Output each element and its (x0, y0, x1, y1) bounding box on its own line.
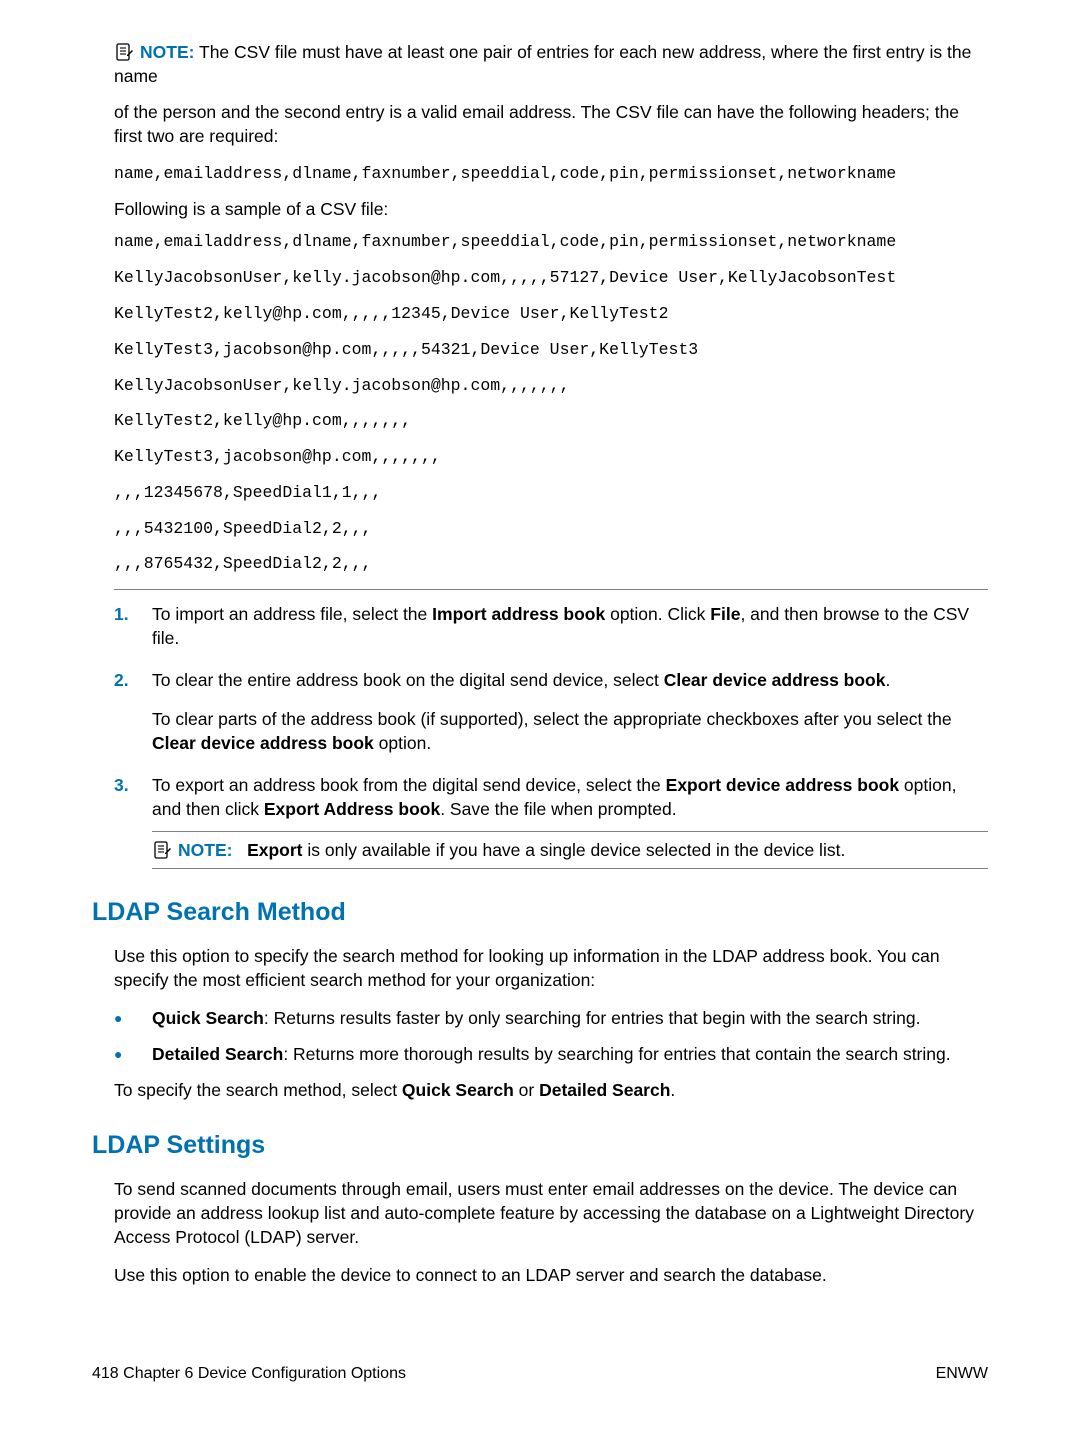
note-icon (114, 42, 134, 62)
note-icon (152, 840, 172, 860)
note-label: NOTE: (140, 42, 194, 62)
code-line: KellyTest3,jacobson@hp.com,,,,,54321,Dev… (114, 339, 988, 362)
note-text-l2: of the person and the second entry is a … (114, 100, 988, 148)
code-line: KellyTest3,jacobson@hp.com,,,,,,, (114, 446, 988, 469)
step-2: 2. To clear the entire address book on t… (114, 668, 988, 754)
ldap-search-p1: Use this option to specify the search me… (114, 944, 988, 992)
step-text: To clear the entire address book on the … (152, 670, 890, 690)
note-text-l1: The CSV file must have at least one pair… (114, 42, 971, 86)
code-line: ,,,5432100,SpeedDial2,2,,, (114, 518, 988, 541)
heading-ldap-settings: LDAP Settings (92, 1128, 988, 1163)
ldap-settings-p2: Use this option to enable the device to … (114, 1263, 988, 1287)
code-line: KellyJacobsonUser,kelly.jacobson@hp.com,… (114, 375, 988, 398)
note-label: NOTE: (178, 840, 232, 860)
code-line: name,emailaddress,dlname,faxnumber,speed… (114, 231, 988, 254)
step-number: 2. (114, 668, 129, 692)
ldap-settings-p1: To send scanned documents through email,… (114, 1177, 988, 1249)
inner-note: NOTE: Export is only available if you ha… (152, 831, 988, 869)
code-line: KellyJacobsonUser,kelly.jacobson@hp.com,… (114, 267, 988, 290)
step-text: To export an address book from the digit… (152, 775, 956, 819)
bullet-list: Quick Search: Returns results faster by … (114, 1006, 988, 1066)
footer-left: 418 Chapter 6 Device Configuration Optio… (92, 1365, 406, 1382)
code-line: KellyTest2,kelly@hp.com,,,,,12345,Device… (114, 303, 988, 326)
list-item: Detailed Search: Returns more thorough r… (114, 1042, 988, 1066)
sample-intro: Following is a sample of a CSV file: (114, 197, 988, 221)
step-1: 1. To import an address file, select the… (114, 602, 988, 650)
step-3: 3. To export an address book from the di… (114, 773, 988, 869)
code-sample: name,emailaddress,dlname,faxnumber,speed… (114, 231, 988, 576)
step-text: To import an address file, select the Im… (152, 604, 969, 648)
step-number: 1. (114, 602, 129, 626)
code-header: name,emailaddress,dlname,faxnumber,speed… (114, 163, 988, 186)
code-line: ,,,8765432,SpeedDial2,2,,, (114, 553, 988, 576)
step-subtext: To clear parts of the address book (if s… (152, 707, 988, 755)
footer-right: ENWW (936, 1363, 988, 1385)
separator (114, 589, 988, 590)
list-item: Quick Search: Returns results faster by … (114, 1006, 988, 1030)
code-line: ,,,12345678,SpeedDial1,1,,, (114, 482, 988, 505)
step-number: 3. (114, 773, 129, 797)
note-block: NOTE: The CSV file must have at least on… (114, 40, 988, 149)
code-line: KellyTest2,kelly@hp.com,,,,,,, (114, 410, 988, 433)
heading-ldap-search: LDAP Search Method (92, 895, 988, 930)
footer: 418 Chapter 6 Device Configuration Optio… (92, 1363, 988, 1385)
steps-list: 1. To import an address file, select the… (114, 602, 988, 869)
ldap-search-p2: To specify the search method, select Qui… (114, 1078, 988, 1102)
